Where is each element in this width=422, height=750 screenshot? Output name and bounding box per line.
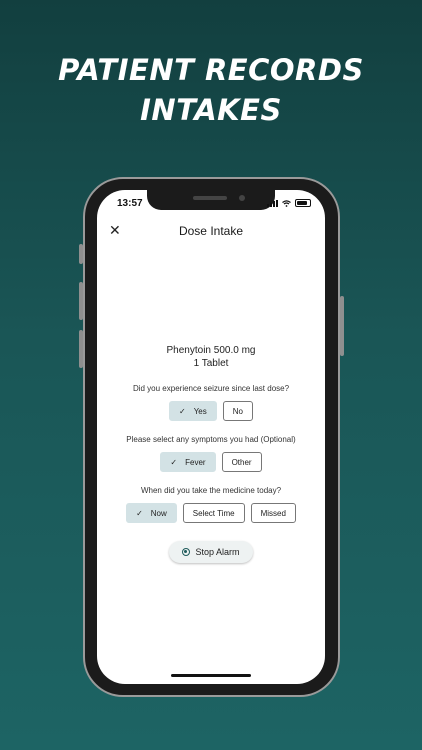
time-question: When did you take the medicine today? <box>140 486 282 495</box>
phone-notch <box>147 190 275 210</box>
check-icon: ✓ <box>136 508 143 518</box>
time-select-chip[interactable]: Select Time <box>182 503 245 523</box>
symptom-other-chip[interactable]: Other <box>221 452 262 472</box>
phone-power-button <box>340 296 344 356</box>
time-now-chip[interactable]: ✓ Now <box>126 503 177 523</box>
stop-alarm-button[interactable]: Stop Alarm <box>169 541 253 563</box>
headline-line-2: INTAKES <box>140 93 282 127</box>
speaker-grille <box>193 196 227 200</box>
chip-label: Other <box>231 457 252 467</box>
time-missed-chip[interactable]: Missed <box>250 503 296 523</box>
check-icon: ✓ <box>170 457 178 467</box>
symptoms-question: Please select any symptoms you had (Opti… <box>126 435 296 444</box>
seizure-no-chip[interactable]: No <box>222 401 253 421</box>
status-time: 13:57 <box>117 198 143 209</box>
wifi-icon <box>282 199 291 207</box>
signal-icon <box>267 199 278 207</box>
headline: PATIENT RECORDS INTAKES <box>0 50 422 130</box>
front-camera <box>239 195 245 201</box>
symptom-options: ✓ Fever Other <box>97 452 325 472</box>
medicine-quantity: 1 Tablet <box>193 358 229 369</box>
chip-label: Select Time <box>192 508 235 518</box>
seizure-question: Did you experience seizure since last do… <box>132 384 290 393</box>
home-indicator[interactable] <box>171 674 251 677</box>
symptom-fever-chip[interactable]: ✓ Fever <box>160 452 216 472</box>
seizure-options: ✓ Yes No <box>97 401 325 421</box>
phone-screen: 13:57 ✕ Dose Intake Phenytoin 500.0 mg 1… <box>97 190 325 684</box>
headline-line-1: PATIENT RECORDS <box>58 53 364 87</box>
stop-alarm-label: Stop Alarm <box>195 547 240 557</box>
check-icon: ✓ <box>179 406 186 416</box>
time-options: ✓ Now Select Time Missed <box>97 503 325 523</box>
battery-icon <box>295 199 311 207</box>
chip-label: Fever <box>185 457 206 467</box>
chip-label: Missed <box>260 508 286 518</box>
chip-label: Yes <box>193 406 207 416</box>
dose-intake-form: Phenytoin 500.0 mg 1 Tablet Did you expe… <box>97 344 325 563</box>
page-title: Dose Intake <box>178 224 244 238</box>
status-icons <box>267 199 311 207</box>
radio-icon <box>182 548 191 556</box>
chip-label: No <box>232 406 243 416</box>
chip-label: Now <box>150 508 167 518</box>
medicine-name: Phenytoin 500.0 mg <box>166 345 256 356</box>
seizure-yes-chip[interactable]: ✓ Yes <box>169 401 217 421</box>
